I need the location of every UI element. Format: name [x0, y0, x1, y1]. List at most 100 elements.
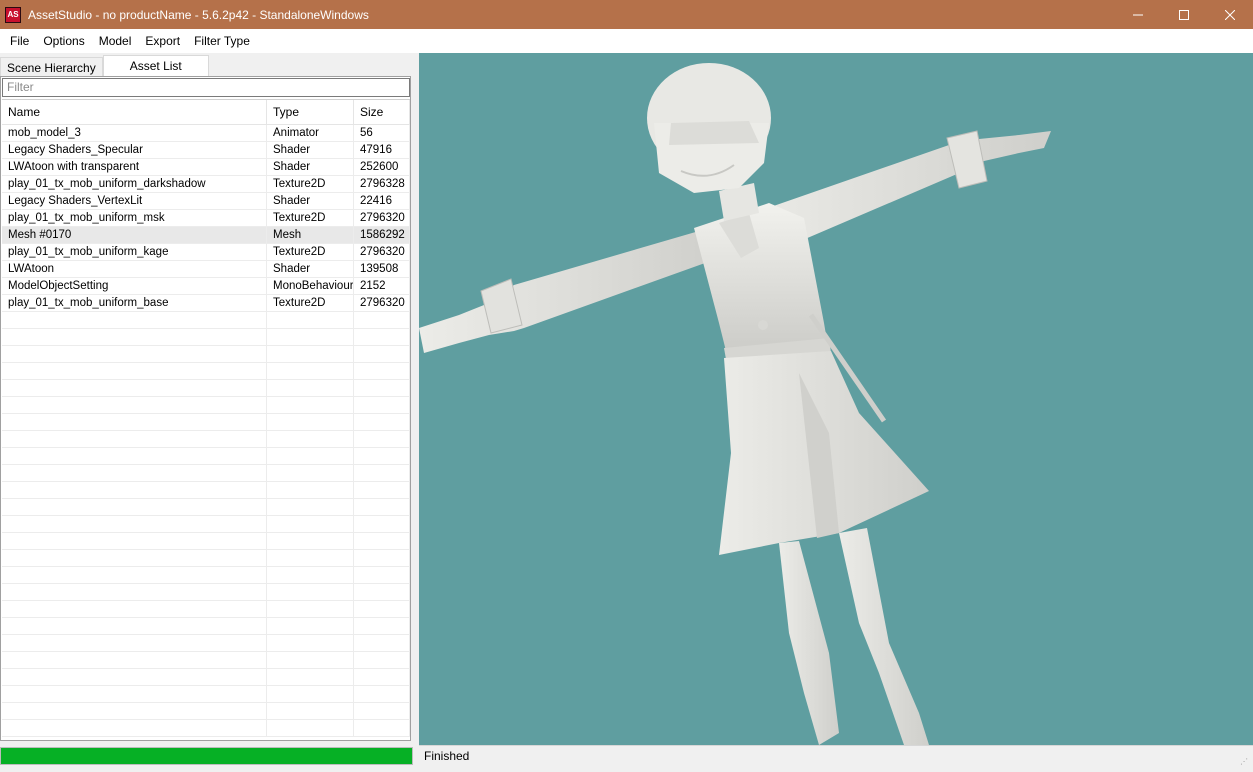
asset-list: Name Type Size mob_model_3 Animator 56 Lega…: [2, 99, 410, 740]
list-header: Name Type Size: [2, 100, 410, 125]
cell-name: [2, 703, 267, 719]
table-row[interactable]: [2, 448, 410, 465]
cell-type: [267, 635, 354, 651]
table-row[interactable]: [2, 567, 410, 584]
menu-file[interactable]: File: [3, 29, 36, 53]
cell-name: [2, 686, 267, 702]
cell-name: [2, 635, 267, 651]
cell-type: [267, 567, 354, 583]
tab-strip: Scene Hierarchy Asset List: [0, 55, 209, 77]
cell-size: [354, 550, 410, 566]
table-row[interactable]: [2, 584, 410, 601]
cell-type: [267, 584, 354, 600]
cell-name: [2, 397, 267, 413]
cell-size: [354, 397, 410, 413]
cell-size: [354, 533, 410, 549]
cell-name: Legacy Shaders_Specular: [2, 142, 267, 158]
table-row[interactable]: [2, 380, 410, 397]
close-button[interactable]: [1207, 0, 1253, 29]
table-row[interactable]: [2, 346, 410, 363]
cell-type: [267, 516, 354, 532]
cell-name: LWAtoon: [2, 261, 267, 277]
cell-size: [354, 720, 410, 736]
cell-type: [267, 601, 354, 617]
table-row[interactable]: [2, 363, 410, 380]
table-row[interactable]: Mesh #0170 Mesh 1586292: [2, 227, 410, 244]
table-row[interactable]: play_01_tx_mob_uniform_kage Texture2D 2796…: [2, 244, 410, 261]
table-row[interactable]: [2, 312, 410, 329]
cell-name: [2, 465, 267, 481]
resize-grip-icon[interactable]: ⋰: [1240, 752, 1250, 766]
menu-export[interactable]: Export: [138, 29, 187, 53]
menu-model[interactable]: Model: [92, 29, 139, 53]
filter-input[interactable]: Filter: [2, 78, 410, 97]
table-row[interactable]: [2, 618, 410, 635]
table-row[interactable]: LWAtoon with transparent Shader 252600: [2, 159, 410, 176]
cell-name: [2, 720, 267, 736]
asset-rows: mob_model_3 Animator 56 Legacy Shaders_Spec…: [2, 125, 410, 737]
minimize-icon: [1133, 14, 1143, 15]
cell-type: [267, 346, 354, 362]
cell-type: [267, 703, 354, 719]
minimize-button[interactable]: [1115, 0, 1161, 29]
table-row[interactable]: [2, 482, 410, 499]
table-row[interactable]: [2, 550, 410, 567]
table-row[interactable]: [2, 720, 410, 737]
cell-size: 2152: [354, 278, 410, 294]
cell-size: [354, 652, 410, 668]
menu-options[interactable]: Options: [36, 29, 91, 53]
table-row[interactable]: ModelObjectSetting MonoBehaviour 2152: [2, 278, 410, 295]
cell-size: [354, 380, 410, 396]
cell-type: Texture2D: [267, 210, 354, 226]
table-row[interactable]: [2, 601, 410, 618]
table-row[interactable]: [2, 669, 410, 686]
table-row[interactable]: [2, 533, 410, 550]
tab-scene-hierarchy[interactable]: Scene Hierarchy: [0, 57, 103, 77]
menu-filter-type[interactable]: Filter Type: [187, 29, 257, 53]
cell-name: mob_model_3: [2, 125, 267, 141]
table-row[interactable]: mob_model_3 Animator 56: [2, 125, 410, 142]
table-row[interactable]: [2, 499, 410, 516]
cell-type: [267, 363, 354, 379]
table-row[interactable]: play_01_tx_mob_uniform_base Texture2D 2796…: [2, 295, 410, 312]
cell-type: [267, 686, 354, 702]
cell-name: [2, 329, 267, 345]
cell-name: [2, 601, 267, 617]
cell-type: [267, 329, 354, 345]
cell-size: 47916: [354, 142, 410, 158]
table-row[interactable]: Legacy Shaders_Specular Shader 47916: [2, 142, 410, 159]
maximize-button[interactable]: [1161, 0, 1207, 29]
cell-name: [2, 550, 267, 566]
table-row[interactable]: [2, 516, 410, 533]
cell-name: [2, 431, 267, 447]
cell-size: [354, 635, 410, 651]
table-row[interactable]: [2, 414, 410, 431]
cell-name: play_01_tx_mob_uniform_darkshadow: [2, 176, 267, 192]
table-row[interactable]: [2, 431, 410, 448]
table-row[interactable]: [2, 397, 410, 414]
cell-size: [354, 312, 410, 328]
table-row[interactable]: Legacy Shaders_VertexLit Shader 22416: [2, 193, 410, 210]
tab-asset-list[interactable]: Asset List: [102, 55, 209, 77]
cell-name: play_01_tx_mob_uniform_msk: [2, 210, 267, 226]
table-row[interactable]: [2, 329, 410, 346]
column-header-size[interactable]: Size: [354, 100, 410, 125]
table-row[interactable]: LWAtoon Shader 139508: [2, 261, 410, 278]
column-header-name[interactable]: Name: [2, 100, 267, 125]
table-row[interactable]: [2, 465, 410, 482]
table-row[interactable]: [2, 635, 410, 652]
column-header-type[interactable]: Type: [267, 100, 354, 125]
cell-type: MonoBehaviour: [267, 278, 354, 294]
cell-size: [354, 601, 410, 617]
cell-type: [267, 720, 354, 736]
cell-name: [2, 567, 267, 583]
table-row[interactable]: [2, 652, 410, 669]
cell-type: Animator: [267, 125, 354, 141]
table-row[interactable]: play_01_tx_mob_uniform_msk Texture2D 27963…: [2, 210, 410, 227]
model-preview-viewport[interactable]: [419, 53, 1253, 745]
cell-size: 2796320: [354, 244, 410, 260]
table-row[interactable]: [2, 686, 410, 703]
cell-type: [267, 465, 354, 481]
table-row[interactable]: play_01_tx_mob_uniform_darkshadow Texture…: [2, 176, 410, 193]
table-row[interactable]: [2, 703, 410, 720]
